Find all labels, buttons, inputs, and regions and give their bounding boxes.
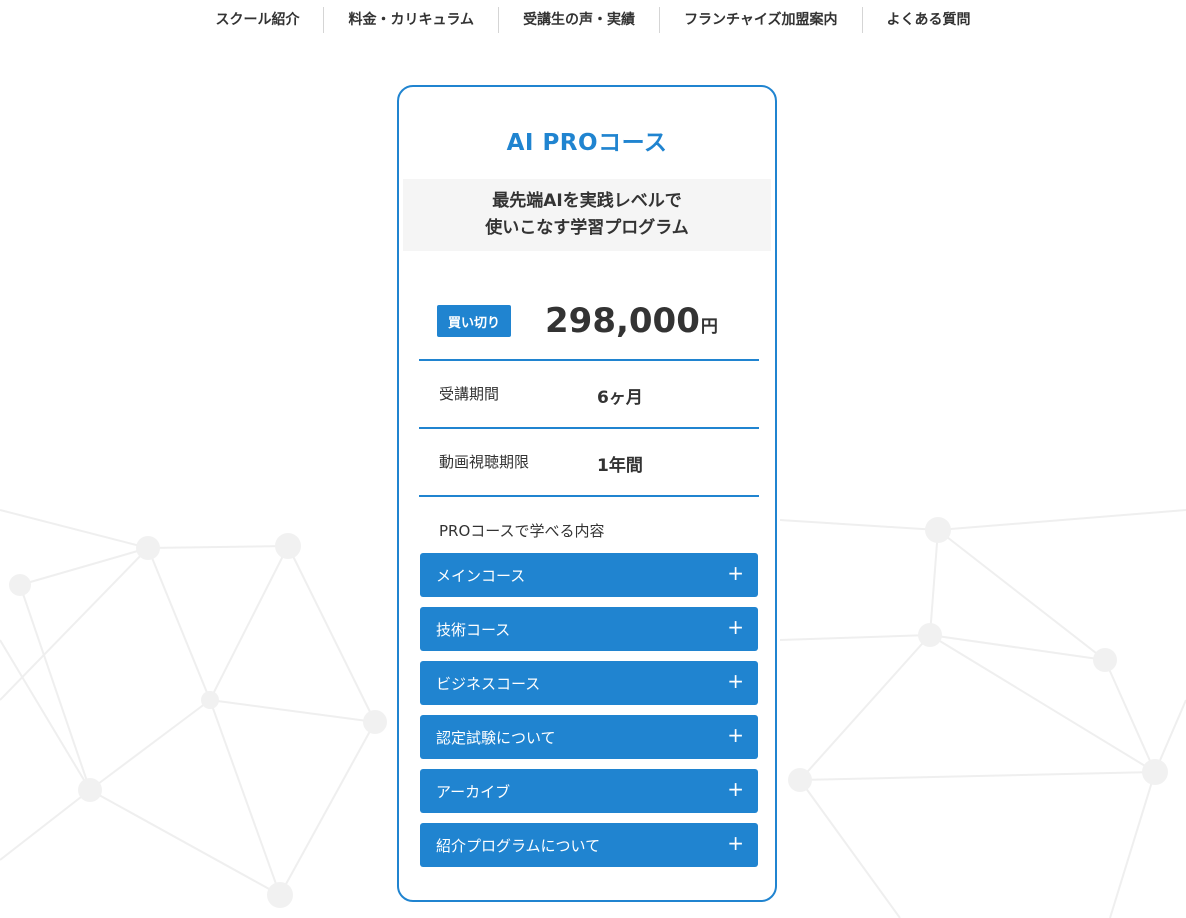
nav-item-student-voices[interactable]: 受講生の声・実績 — [498, 7, 659, 33]
learn-heading: PROコースで学べる内容 — [439, 522, 605, 540]
course-subtitle-line2: 使いこなす学習プログラム — [485, 218, 689, 238]
accordion-label: アーカイブ — [436, 783, 511, 801]
course-accordion: メインコース + 技術コース + ビジネスコース + 認定試験について + アー… — [420, 553, 758, 877]
price-row: 買い切り 298,000円 — [419, 291, 759, 361]
course-card: AI PROコース 最先端AIを実践レベルで 使いこなす学習プログラム 買い切り… — [397, 85, 777, 902]
course-subtitle-box: 最先端AIを実践レベルで 使いこなす学習プログラム — [403, 179, 771, 251]
course-title: AI PROコース — [506, 130, 668, 156]
accordion-label: 紹介プログラムについて — [436, 837, 601, 855]
course-subtitle-line1: 最先端AIを実践レベルで — [492, 191, 682, 211]
price-value: 298,000 — [545, 301, 700, 341]
accordion-label: ビジネスコース — [436, 675, 541, 693]
info-label-video-period: 動画視聴期限 — [439, 453, 530, 471]
info-value-video-period: 1年間 — [597, 456, 643, 476]
plus-icon: + — [727, 723, 744, 747]
nav-item-pricing-curriculum[interactable]: 料金・カリキュラム — [323, 7, 498, 33]
info-value-course-period: 6ヶ月 — [597, 388, 643, 408]
plus-icon: + — [727, 777, 744, 801]
plus-icon: + — [727, 615, 744, 639]
plus-icon: + — [727, 831, 744, 855]
nav-item-faq[interactable]: よくある質問 — [861, 7, 995, 33]
accordion-item-certification[interactable]: 認定試験について + — [420, 715, 758, 759]
plus-icon: + — [727, 561, 744, 585]
accordion-item-referral-program[interactable]: 紹介プログラムについて + — [420, 823, 758, 867]
info-label-course-period: 受講期間 — [439, 385, 500, 403]
info-row-course-period: 受講期間 6ヶ月 — [419, 361, 759, 429]
accordion-item-archive[interactable]: アーカイブ + — [420, 769, 758, 813]
price-unit: 円 — [700, 317, 718, 337]
accordion-item-business-course[interactable]: ビジネスコース + — [420, 661, 758, 705]
top-nav: スクール紹介 料金・カリキュラム 受講生の声・実績 フランチャイズ加盟案内 よく… — [0, 6, 1186, 34]
nav-item-school-intro[interactable]: スクール紹介 — [191, 7, 323, 33]
accordion-label: 技術コース — [436, 621, 511, 639]
price-amount: 298,000円 — [545, 301, 718, 341]
one-time-purchase-badge: 買い切り — [437, 305, 511, 337]
info-row-video-period: 動画視聴期限 1年間 — [419, 429, 759, 497]
accordion-label: メインコース — [436, 567, 526, 585]
nav-item-franchise[interactable]: フランチャイズ加盟案内 — [659, 7, 861, 33]
accordion-label: 認定試験について — [436, 729, 556, 747]
plus-icon: + — [727, 669, 744, 693]
accordion-item-main-course[interactable]: メインコース + — [420, 553, 758, 597]
accordion-item-tech-course[interactable]: 技術コース + — [420, 607, 758, 651]
